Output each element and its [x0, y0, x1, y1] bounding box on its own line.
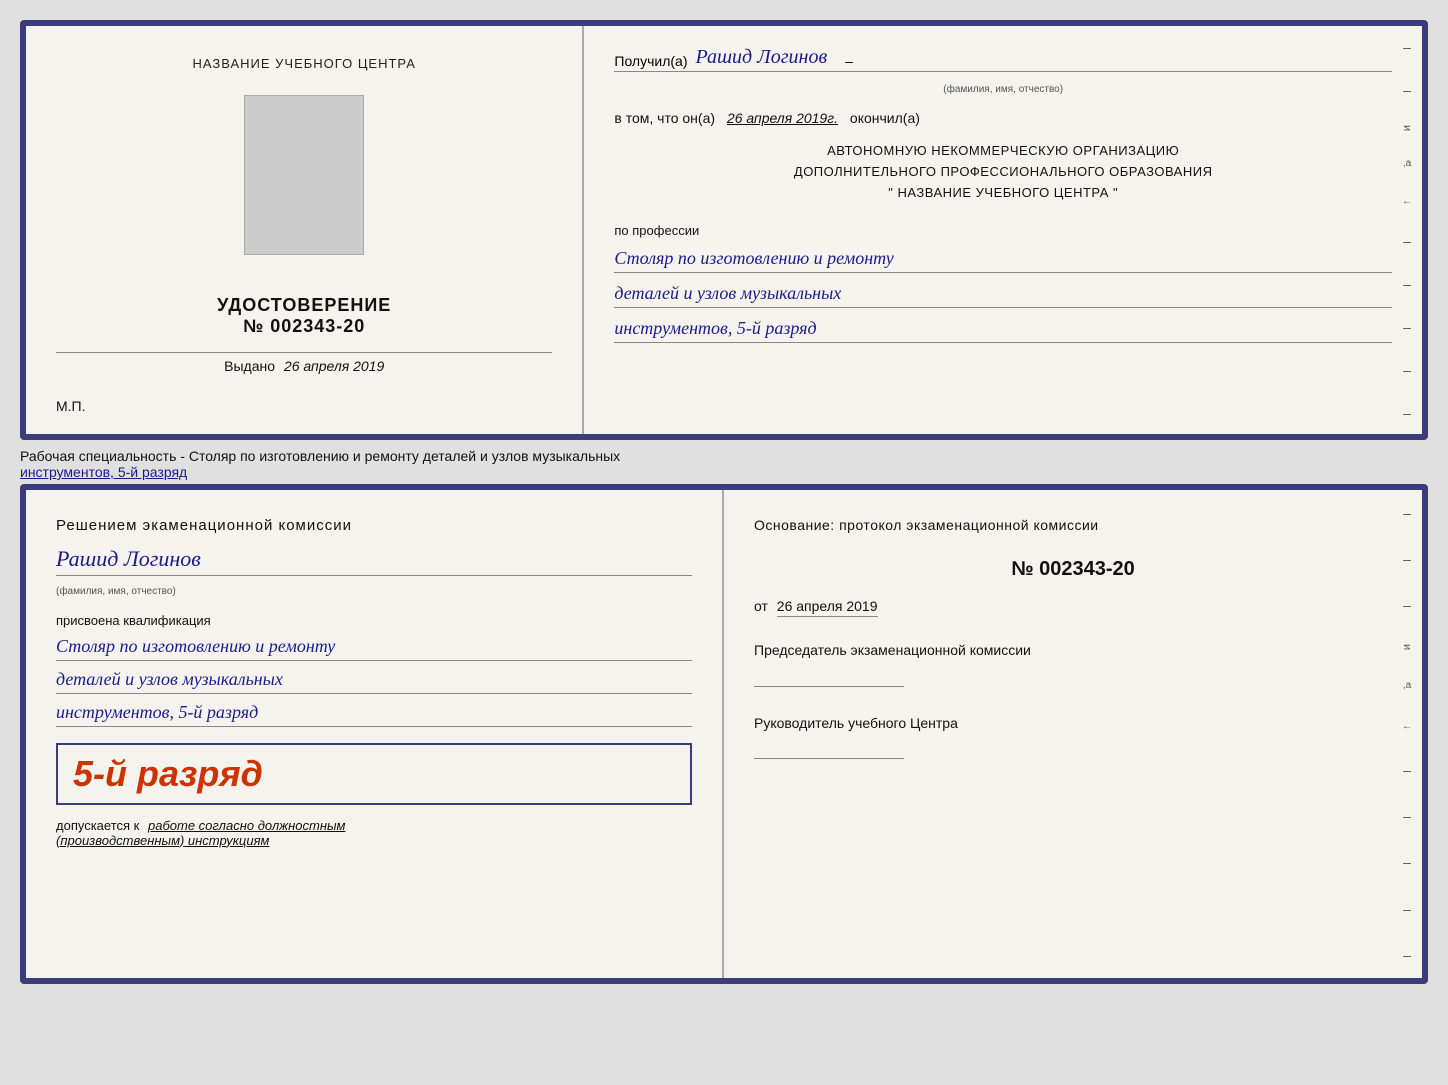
bottom-right-edge-marks: – – – и ,а ← – – – – –: [1397, 490, 1417, 978]
date-value: 26 апреля 2019г.: [727, 110, 838, 126]
bottom-doc-right: Основание: протокол экзаменационной коми…: [724, 490, 1422, 978]
org-block: АВТОНОМНУЮ НЕКОММЕРЧЕСКУЮ ОРГАНИЗАЦИЮ ДО…: [614, 141, 1392, 203]
profession-line1: Столяр по изготовлению и ремонту: [614, 248, 1392, 273]
bottom-doc-left: Решением экаменационной комиссии Рашид Л…: [26, 490, 724, 978]
received-label: Получил(а): [614, 53, 687, 69]
issued-line: Выдано 26 апреля 2019: [56, 352, 552, 374]
mp-label: М.П.: [56, 398, 86, 414]
middle-text-underline: инструментов, 5-й разряд: [20, 464, 187, 480]
cert-title: УДОСТОВЕРЕНИЕ № 002343-20: [217, 295, 391, 337]
director-title: Руководитель учебного Центра: [754, 714, 1392, 734]
director-block: Руководитель учебного Центра: [754, 714, 1392, 760]
chairman-signature-line: [754, 686, 904, 687]
protocol-date: от 26 апреля 2019: [754, 598, 1392, 614]
recipient-name: Рашид Логинов: [696, 46, 828, 69]
profession-label: по профессии: [614, 223, 1392, 238]
admission-text: допускается к работе согласно должностны…: [56, 818, 692, 848]
page-wrapper: НАЗВАНИЕ УЧЕБНОГО ЦЕНТРА УДОСТОВЕРЕНИЕ №…: [20, 20, 1428, 984]
org-name-top: НАЗВАНИЕ УЧЕБНОГО ЦЕНТРА: [192, 56, 415, 71]
protocol-number: № 002343-20: [754, 558, 1392, 581]
bottom-person-name: Рашид Логинов: [56, 546, 201, 574]
bottom-person-block: Рашид Логинов: [56, 546, 692, 576]
photo-placeholder: [244, 95, 364, 255]
top-document: НАЗВАНИЕ УЧЕБНОГО ЦЕНТРА УДОСТОВЕРЕНИЕ №…: [20, 20, 1428, 440]
chairman-title: Председатель экзаменационной комиссии: [754, 641, 1392, 661]
top-doc-right: Получил(а) Рашид Логинов – (фамилия, имя…: [584, 26, 1422, 434]
fio-label-top: (фамилия, имя, отчество): [614, 84, 1392, 95]
middle-text: Рабочая специальность - Столяр по изгото…: [20, 440, 1428, 484]
rank-box: 5-й разряд: [56, 743, 692, 805]
bottom-document: Решением экаменационной комиссии Рашид Л…: [20, 484, 1428, 984]
top-doc-left: НАЗВАНИЕ УЧЕБНОГО ЦЕНТРА УДОСТОВЕРЕНИЕ №…: [26, 26, 584, 434]
cert-number-prefix: №: [243, 316, 264, 336]
chairman-block: Председатель экзаменационной комиссии: [754, 641, 1392, 687]
qual-line1: Столяр по изготовлению и ремонту: [56, 636, 692, 661]
date-line: в том, что он(а) 26 апреля 2019г. окончи…: [614, 110, 1392, 126]
cert-number: 002343-20: [270, 316, 365, 336]
decision-title: Решением экаменационной комиссии: [56, 515, 692, 538]
qual-line2: деталей и узлов музыкальных: [56, 669, 692, 694]
basis-title: Основание: протокол экзаменационной коми…: [754, 515, 1392, 536]
qual-line3: инструментов, 5-й разряд: [56, 702, 692, 727]
profession-line2: деталей и узлов музыкальных: [614, 283, 1392, 308]
director-signature-line: [754, 758, 904, 759]
recipient-block: Получил(а) Рашид Логинов –: [614, 46, 1392, 72]
right-edge-marks: – – и ,а ← – – – – –: [1397, 26, 1417, 434]
dash1: –: [845, 53, 853, 69]
qualification-label: присвоена квалификация: [56, 613, 692, 628]
profession-line3: инструментов, 5-й разряд: [614, 318, 1392, 343]
bottom-fio-label: (фамилия, имя, отчество): [56, 586, 692, 597]
rank-text: 5-й разряд: [73, 753, 263, 794]
